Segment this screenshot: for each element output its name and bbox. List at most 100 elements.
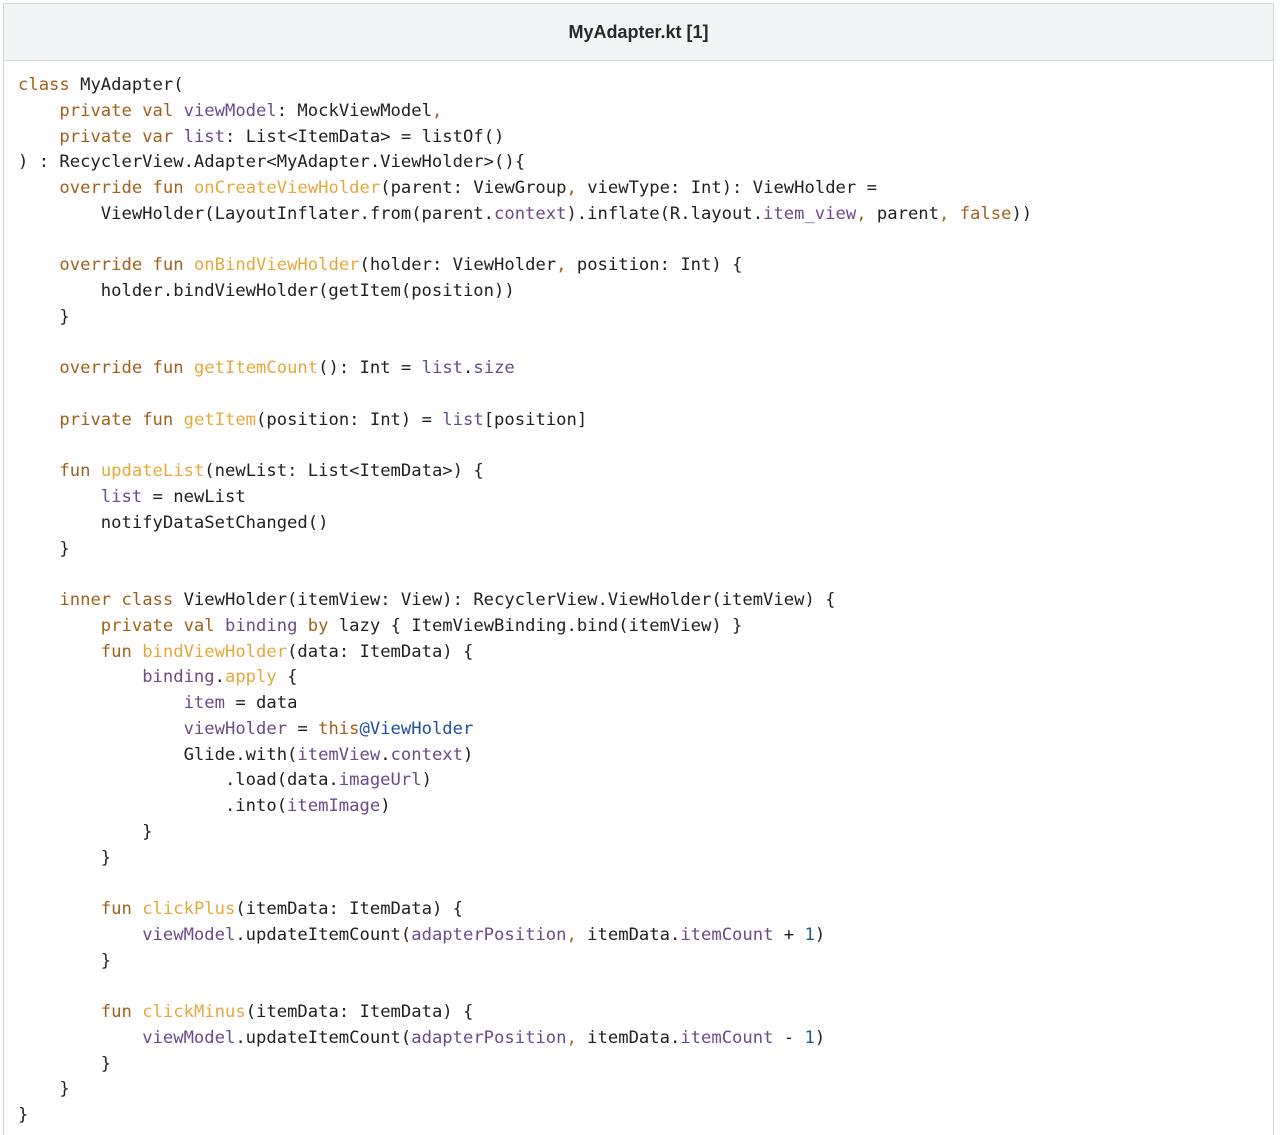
- code-token: binding: [224, 615, 298, 636]
- code-token: (newList: List<ItemData>) {: [204, 461, 484, 482]
- code-token: ,: [566, 924, 577, 945]
- code-token: (position: Int) =: [256, 409, 443, 430]
- code-token: -: [773, 1027, 805, 1048]
- code-token: }: [18, 847, 112, 868]
- code-token: ): [814, 1027, 826, 1048]
- code-token: viewModel: [142, 1027, 236, 1048]
- code-line: ViewHolder(LayoutInflater.from(parent.co…: [18, 202, 1032, 228]
- code-token: }: [18, 1053, 112, 1074]
- code-token: private fun: [59, 409, 174, 430]
- code-token: : MockViewModel: [276, 100, 432, 121]
- code-token: apply: [224, 667, 277, 688]
- code-token: ) : RecyclerView.Adapter<MyAdapter.ViewH…: [18, 152, 526, 173]
- code-line: fun clickPlus(itemData: ItemData) {: [18, 897, 1032, 923]
- code-token: (holder: ViewHolder: [359, 255, 557, 276]
- code-token: list: [183, 126, 225, 147]
- code-token: fun: [100, 641, 132, 662]
- code-line: inner class ViewHolder(itemView: View): …: [18, 588, 1032, 614]
- code-token: = data: [224, 693, 298, 713]
- code-line: private val viewModel: MockViewModel,: [18, 99, 1032, 125]
- code-token: }: [18, 821, 153, 842]
- code-token: ): [421, 770, 432, 791]
- code-token: (itemData: ItemData) {: [235, 899, 463, 919]
- code-token: (parent: ViewGroup: [380, 178, 567, 198]
- code-line: }: [18, 820, 1032, 846]
- code-header: MyAdapter.kt [1]: [4, 4, 1273, 61]
- code-token: ,: [566, 178, 577, 198]
- code-token: context: [494, 203, 567, 224]
- code-token: ,: [938, 203, 950, 224]
- code-token: override fun: [59, 255, 184, 276]
- code-line: item = data: [18, 691, 1032, 717]
- code-token: lazy { ItemViewBinding.bind(itemView) }: [328, 615, 743, 636]
- code-token: false: [959, 203, 1012, 224]
- code-token: item_view: [763, 203, 857, 224]
- code-token: viewModel: [142, 924, 236, 945]
- code-line: override fun onBindViewHolder(holder: Vi…: [18, 253, 1032, 279]
- code-line: }: [18, 1052, 1032, 1078]
- code-line: }: [18, 1103, 1032, 1129]
- code-token: binding: [142, 667, 215, 688]
- code-token: MyAdapter(: [69, 75, 184, 95]
- code-token: adapterPosition: [411, 924, 567, 945]
- code-token: (): Int =: [318, 358, 422, 379]
- code-line: viewModel.updateItemCount(adapterPositio…: [18, 1026, 1032, 1052]
- code-token: : List<ItemData> = listOf(): [225, 126, 505, 147]
- code-token: ): [814, 924, 826, 945]
- code-token: ViewHolder(LayoutInflater.from(parent.: [18, 203, 494, 224]
- code-token: 1: [804, 924, 815, 945]
- code-line: fun bindViewHolder(data: ItemData) {: [18, 640, 1032, 666]
- code-line: }: [18, 949, 1032, 975]
- code-line: notifyDataSetChanged(): [18, 511, 1032, 537]
- code-token: itemCount: [680, 924, 774, 945]
- code-token: (data: ItemData) {: [287, 641, 474, 662]
- code-token: itemImage: [287, 796, 381, 816]
- file-title: MyAdapter.kt [1]: [568, 21, 709, 42]
- code-token: parent: [866, 203, 939, 224]
- code-token: .updateItemCount(: [235, 924, 412, 945]
- code-line: private var list: List<ItemData> = listO…: [18, 125, 1032, 151]
- code-token: list: [442, 409, 484, 430]
- code-token: (itemData: ItemData) {: [245, 1002, 474, 1022]
- code-token: fun: [100, 1002, 132, 1022]
- code-token: bindViewHolder: [142, 641, 288, 662]
- code-token: ,: [566, 1027, 577, 1048]
- code-line: override fun getItemCount(): Int = list.…: [18, 356, 1032, 382]
- code-token: private val: [59, 100, 174, 121]
- code-token: private var: [59, 126, 174, 147]
- code-token: notifyDataSetChanged(): [18, 512, 329, 533]
- code-token: class: [18, 75, 70, 95]
- code-token: override fun: [59, 358, 184, 379]
- code-token: 1: [804, 1027, 815, 1048]
- code-token: =: [287, 718, 319, 739]
- code-token: itemCount: [680, 1027, 774, 1048]
- code-token: ): [380, 796, 391, 816]
- code-token: viewModel: [183, 100, 277, 121]
- code-token: }: [18, 1079, 70, 1100]
- code-line: binding.apply {: [18, 665, 1032, 691]
- code-line: viewModel.updateItemCount(adapterPositio…: [18, 923, 1032, 949]
- code-token: imageUrl: [338, 770, 422, 791]
- code-token: .load(data.: [18, 770, 339, 791]
- code-token: by: [307, 615, 329, 636]
